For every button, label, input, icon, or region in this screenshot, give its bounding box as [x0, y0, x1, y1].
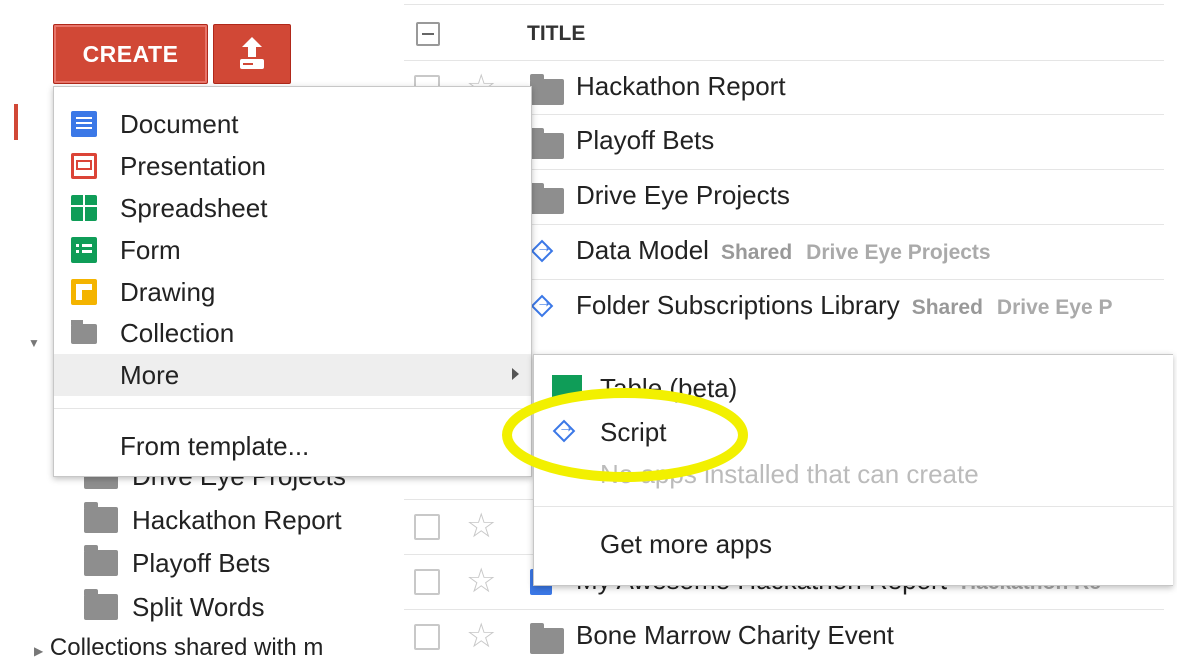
top-divider: [404, 4, 1164, 5]
submenu-item-script[interactable]: Script: [534, 411, 1173, 453]
submenu-item-label: Table (beta): [600, 373, 738, 403]
row-checkbox[interactable]: [414, 624, 440, 650]
title-column-header[interactable]: TITLE: [527, 22, 585, 46]
parent-folder-label[interactable]: Drive Eye P: [997, 296, 1113, 319]
submenu-arrow-icon: [512, 368, 519, 380]
folder-icon: [530, 74, 564, 105]
table-row[interactable]: ☆ Bone Marrow Charity Event: [404, 609, 1164, 663]
menu-item-label: Document: [120, 108, 239, 139]
submenu-item-label: Get more apps: [600, 529, 772, 559]
submenu-item-label: Script: [600, 417, 667, 447]
folder-icon: [530, 623, 564, 654]
menu-item-document[interactable]: Document: [54, 103, 531, 145]
folder-icon: [84, 545, 118, 576]
tree-item-label: Playoff Bets: [132, 547, 271, 578]
tree-item[interactable]: Split Words: [84, 587, 264, 627]
folder-icon: [84, 589, 118, 620]
menu-item-label: Presentation: [120, 150, 266, 181]
folder-icon: [84, 502, 118, 533]
spreadsheet-icon: [71, 195, 97, 221]
menu-divider: [54, 408, 531, 409]
create-menu: Document Presentation Spreadsheet Form D…: [53, 86, 532, 477]
more-submenu: Table (beta) Script No apps installed th…: [533, 354, 1173, 586]
collections-shared-label: Collections shared with m: [49, 634, 324, 661]
upload-button[interactable]: [213, 24, 291, 84]
shared-label: Shared: [720, 241, 793, 264]
get-more-apps-item[interactable]: Get more apps: [534, 523, 1173, 565]
script-icon: [530, 239, 556, 265]
selected-nav-marker: [14, 104, 18, 140]
menu-item-label: Drawing: [120, 276, 216, 307]
drawing-icon: [71, 279, 97, 305]
expand-arrow-icon: ▶: [34, 644, 44, 658]
menu-item-label: From template...: [120, 430, 310, 461]
tree-item-label: Hackathon Report: [132, 504, 342, 535]
folder-icon: [71, 320, 97, 344]
menu-item-drawing[interactable]: Drawing: [54, 271, 531, 313]
select-all-checkbox[interactable]: [416, 22, 440, 46]
script-icon: [552, 419, 578, 445]
folder-icon: [530, 183, 564, 214]
disabled-note-text: No apps installed that can create: [600, 459, 979, 489]
row-title[interactable]: Hackathon Report: [576, 71, 786, 101]
parent-folder-label[interactable]: Drive Eye Projects: [806, 241, 990, 264]
row-title[interactable]: Playoff Bets: [576, 125, 714, 155]
row-checkbox[interactable]: [414, 569, 440, 595]
document-icon: [71, 111, 97, 137]
row-title[interactable]: Bone Marrow Charity Event: [576, 620, 894, 650]
menu-item-from-template[interactable]: From template...: [54, 425, 531, 467]
shared-label: Shared: [911, 296, 983, 319]
submenu-item-table[interactable]: Table (beta): [534, 367, 1173, 409]
table-icon: [552, 375, 582, 401]
star-icon[interactable]: ☆: [466, 506, 496, 546]
row-title[interactable]: Folder Subscriptions Library: [576, 290, 900, 320]
star-icon[interactable]: ☆: [466, 561, 496, 601]
menu-item-label: Spreadsheet: [120, 192, 268, 223]
tree-item[interactable]: Playoff Bets: [84, 543, 270, 583]
tree-item-label: Split Words: [132, 591, 265, 622]
presentation-icon: [71, 153, 97, 179]
upload-icon: [240, 37, 264, 69]
create-button[interactable]: CREATE: [53, 24, 208, 84]
menu-item-spreadsheet[interactable]: Spreadsheet: [54, 187, 531, 229]
star-icon[interactable]: ☆: [466, 616, 496, 656]
menu-divider: [534, 506, 1173, 507]
form-icon: [71, 237, 97, 263]
row-title[interactable]: Drive Eye Projects: [576, 180, 790, 210]
no-apps-note: No apps installed that can create: [534, 453, 1173, 495]
tree-item[interactable]: Hackathon Report: [84, 500, 342, 540]
menu-item-label: Collection: [120, 317, 235, 348]
menu-item-label: Form: [120, 234, 181, 265]
menu-item-presentation[interactable]: Presentation: [54, 145, 531, 187]
collapse-arrow-icon[interactable]: ▼: [28, 336, 40, 350]
collections-shared-link[interactable]: ▶ Collections shared with m: [34, 634, 323, 662]
script-icon: [530, 294, 556, 320]
row-checkbox[interactable]: [414, 514, 440, 540]
row-title[interactable]: Data Model: [576, 235, 709, 265]
menu-item-form[interactable]: Form: [54, 229, 531, 271]
menu-item-collection[interactable]: Collection: [54, 312, 531, 354]
folder-icon: [530, 128, 564, 159]
menu-item-more[interactable]: More: [54, 354, 531, 396]
menu-item-label: More: [120, 359, 180, 390]
